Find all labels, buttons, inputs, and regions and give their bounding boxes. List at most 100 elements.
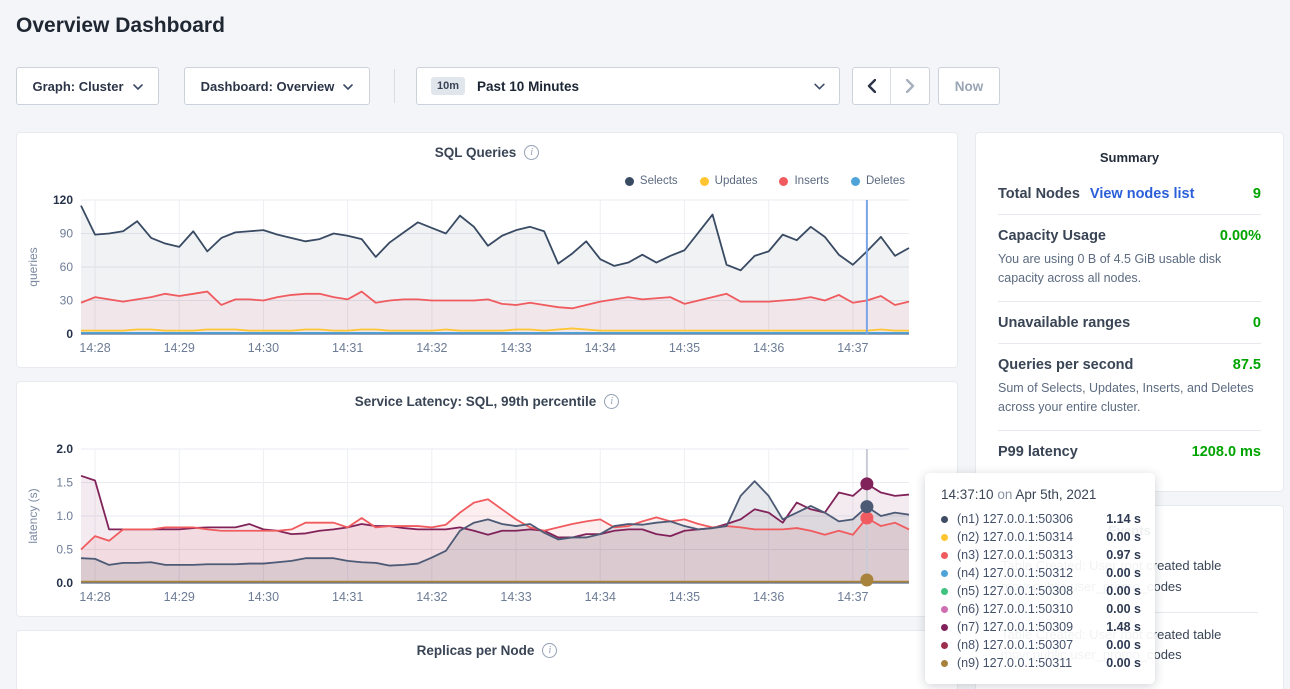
service-latency-panel: Service Latency: SQL, 99th percentile i … bbox=[16, 381, 958, 617]
overview-dashboard-page: Overview Dashboard Graph: Cluster Dashbo… bbox=[0, 0, 1290, 689]
time-range-dropdown[interactable]: 10m Past 10 Minutes bbox=[416, 67, 840, 105]
tooltip-node: (n4) 127.0.0.1:50312 bbox=[957, 566, 1073, 580]
svg-text:14:29: 14:29 bbox=[164, 341, 195, 355]
svg-text:14:36: 14:36 bbox=[753, 341, 784, 355]
summary-row: P99 latency1208.0 ms bbox=[998, 431, 1261, 472]
svg-text:14:30: 14:30 bbox=[248, 341, 279, 355]
legend-item-deletes[interactable]: Deletes bbox=[851, 175, 905, 187]
now-button-label: Now bbox=[955, 79, 984, 94]
legend-dot bbox=[700, 177, 709, 186]
legend-label: Selects bbox=[640, 175, 678, 187]
summary-rows: Total Nodes View nodes list 9 Capacity Usag… bbox=[976, 165, 1283, 472]
chart-hover-tooltip: 14:37:10 on Apr 5th, 2021 (n1) 127.0.0.1… bbox=[925, 473, 1155, 684]
svg-text:14:33: 14:33 bbox=[500, 341, 531, 355]
svg-text:14:32: 14:32 bbox=[416, 341, 447, 355]
summary-value: 87.5 bbox=[1233, 357, 1261, 373]
summary-value: 9 bbox=[1253, 186, 1261, 202]
svg-text:1.5: 1.5 bbox=[56, 476, 73, 490]
legend-dot bbox=[851, 177, 860, 186]
tooltip-value: 0.00 s bbox=[1106, 566, 1141, 580]
series-color-dot bbox=[941, 552, 948, 559]
summary-heading: Summary bbox=[976, 133, 1283, 165]
svg-text:14:34: 14:34 bbox=[585, 590, 616, 604]
summary-label: P99 latency bbox=[998, 444, 1078, 460]
svg-text:0.0: 0.0 bbox=[56, 576, 73, 590]
sql-queries-legend: Selects Updates Inserts Deletes bbox=[625, 175, 905, 187]
summary-label: Unavailable ranges bbox=[998, 315, 1130, 331]
svg-text:90: 90 bbox=[60, 227, 74, 241]
tooltip-row: (n4) 127.0.0.1:50312 0.00 s bbox=[941, 564, 1141, 582]
svg-text:0.5: 0.5 bbox=[56, 543, 73, 557]
toolbar: Graph: Cluster Dashboard: Overview 10m P… bbox=[0, 67, 1290, 105]
info-icon[interactable]: i bbox=[524, 145, 539, 160]
sql-queries-chart[interactable]: 030609012014:2814:2914:3014:3114:3214:33… bbox=[17, 188, 959, 366]
tooltip-node: (n7) 127.0.0.1:50309 bbox=[957, 620, 1073, 634]
svg-text:2.0: 2.0 bbox=[56, 442, 73, 456]
legend-item-inserts[interactable]: Inserts bbox=[779, 175, 829, 187]
toolbar-divider bbox=[394, 69, 395, 103]
now-button[interactable]: Now bbox=[938, 67, 1000, 105]
chevron-right-icon bbox=[906, 79, 915, 93]
legend-item-selects[interactable]: Selects bbox=[625, 175, 678, 187]
tooltip-date: Apr 5th, 2021 bbox=[1015, 487, 1096, 502]
dashboard-dropdown-label: Dashboard: Overview bbox=[201, 79, 335, 94]
summary-row: Capacity Usage 0.00% You are using 0 B of … bbox=[998, 215, 1261, 302]
tooltip-row: (n8) 127.0.0.1:503070.00 s bbox=[941, 636, 1141, 654]
graph-dropdown[interactable]: Graph: Cluster bbox=[16, 67, 159, 105]
tooltip-node: (n8) 127.0.0.1:50307 bbox=[957, 638, 1073, 652]
time-prev-button[interactable] bbox=[853, 68, 891, 104]
tooltip-value: 0.97 s bbox=[1106, 548, 1141, 562]
tooltip-row: (n3) 127.0.0.1:50313 0.97 s bbox=[941, 546, 1141, 564]
svg-text:14:31: 14:31 bbox=[332, 341, 363, 355]
chevron-left-icon bbox=[867, 79, 876, 93]
legend-item-updates[interactable]: Updates bbox=[700, 175, 758, 187]
legend-label: Inserts bbox=[794, 175, 829, 187]
time-next-button[interactable] bbox=[891, 68, 929, 104]
info-icon[interactable]: i bbox=[542, 643, 557, 658]
svg-text:14:29: 14:29 bbox=[164, 590, 195, 604]
tooltip-time: 14:37:10 bbox=[941, 487, 994, 502]
tooltip-row: (n9) 127.0.0.1:503110.00 s bbox=[941, 654, 1141, 672]
dashboard-dropdown[interactable]: Dashboard: Overview bbox=[184, 67, 370, 105]
tooltip-rows: (n1) 127.0.0.1:503061.14 s(n2) 127.0.0.1… bbox=[941, 510, 1141, 672]
series-color-dot bbox=[941, 642, 948, 649]
tooltip-value: 0.00 s bbox=[1106, 602, 1141, 616]
summary-row: Queries per second87.5Sum of Selects, Up… bbox=[998, 344, 1261, 431]
info-icon[interactable]: i bbox=[604, 394, 619, 409]
svg-text:14:28: 14:28 bbox=[79, 341, 110, 355]
summary-value: 0.00% bbox=[1220, 228, 1261, 244]
svg-text:queries: queries bbox=[26, 247, 40, 286]
tooltip-node: (n5) 127.0.0.1:50308 bbox=[957, 584, 1073, 598]
svg-text:0: 0 bbox=[66, 327, 73, 341]
svg-text:14:35: 14:35 bbox=[669, 341, 700, 355]
tooltip-value: 1.14 s bbox=[1106, 512, 1141, 526]
view-nodes-list-link[interactable]: View nodes list bbox=[1090, 186, 1195, 202]
svg-text:14:28: 14:28 bbox=[79, 590, 110, 604]
svg-text:30: 30 bbox=[60, 294, 74, 308]
tooltip-timestamp: 14:37:10 on Apr 5th, 2021 bbox=[941, 487, 1141, 502]
summary-row: Total Nodes View nodes list 9 bbox=[998, 173, 1261, 215]
series-color-dot bbox=[941, 624, 948, 631]
summary-label: Total Nodes bbox=[998, 186, 1080, 202]
series-color-dot bbox=[941, 516, 948, 523]
summary-panel: Summary Total Nodes View nodes list 9 Capac… bbox=[975, 132, 1284, 492]
series-color-dot bbox=[941, 606, 948, 613]
svg-text:14:34: 14:34 bbox=[585, 341, 616, 355]
svg-text:14:30: 14:30 bbox=[248, 590, 279, 604]
chevron-down-icon bbox=[814, 83, 825, 90]
svg-text:14:37: 14:37 bbox=[837, 590, 868, 604]
tooltip-value: 0.00 s bbox=[1106, 530, 1141, 544]
tooltip-value: 1.48 s bbox=[1106, 620, 1141, 634]
tooltip-row: (n7) 127.0.0.1:50309 1.48 s bbox=[941, 618, 1141, 636]
tooltip-node: (n3) 127.0.0.1:50313 bbox=[957, 548, 1073, 562]
svg-text:14:36: 14:36 bbox=[753, 590, 784, 604]
legend-dot bbox=[625, 177, 634, 186]
legend-dot bbox=[779, 177, 788, 186]
summary-value: 0 bbox=[1253, 315, 1261, 331]
summary-label: Capacity Usage bbox=[998, 228, 1106, 244]
tooltip-on: on bbox=[997, 487, 1012, 502]
sql-queries-title: SQL Queries bbox=[435, 145, 517, 160]
replicas-per-node-panel: Replicas per Node i bbox=[16, 630, 958, 689]
service-latency-chart[interactable]: 0.00.51.01.52.014:2814:2914:3014:3114:32… bbox=[17, 437, 959, 615]
summary-subtext: You are using 0 B of 4.5 GiB usable disk… bbox=[998, 250, 1261, 289]
